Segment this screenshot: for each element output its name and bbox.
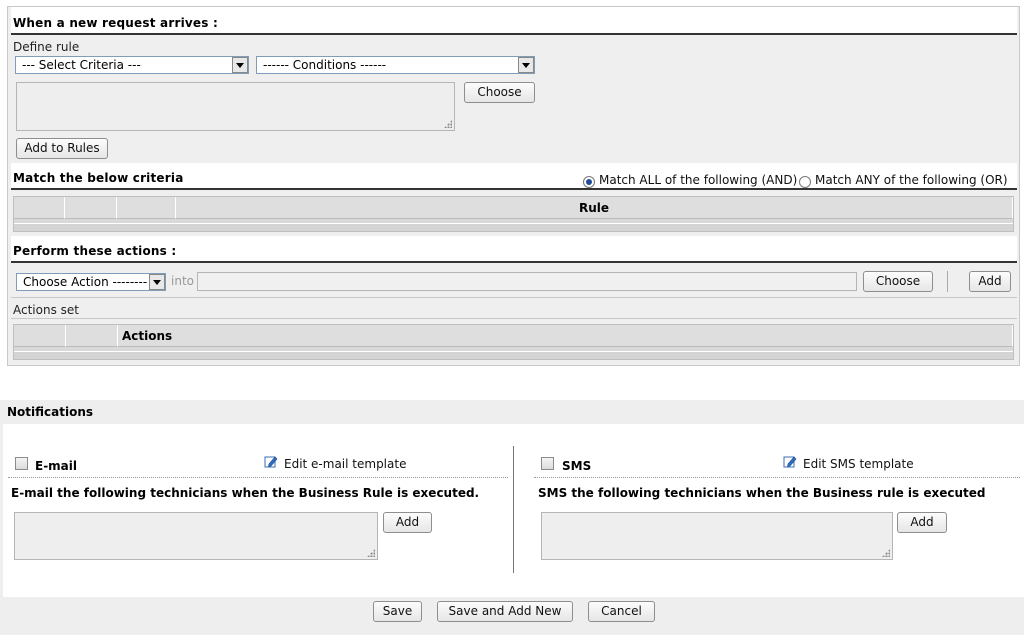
new-request-section-header: When a new request arrives :: [11, 7, 1017, 35]
actions-table: Actions: [13, 324, 1014, 360]
define-rule-label: Define rule: [13, 40, 80, 54]
notifications-heading: Notifications: [7, 405, 94, 419]
edit-email-template-link[interactable]: Edit e-mail template: [284, 457, 406, 471]
add-to-rules-button[interactable]: Add to Rules: [16, 138, 108, 159]
edit-sms-template-link[interactable]: Edit SMS template: [803, 457, 914, 471]
sms-checkbox[interactable]: [541, 457, 554, 470]
rules-table-footer: [14, 223, 1013, 231]
notifications-header-bar: Notifications: [0, 400, 1024, 424]
sms-description: SMS the following technicians when the B…: [538, 486, 986, 500]
actions-set-divider: [11, 318, 1017, 319]
criteria-select[interactable]: --- Select Criteria ---: [15, 56, 249, 74]
conditions-select[interactable]: ------ Conditions ------: [256, 56, 535, 74]
chevron-down-icon[interactable]: [232, 57, 248, 73]
actions-col-1: [14, 325, 66, 347]
toolbar-divider: [947, 271, 948, 292]
edit-pencil-icon[interactable]: [783, 455, 797, 469]
email-description: E-mail the following technicians when th…: [11, 486, 480, 500]
sms-technicians-textarea[interactable]: [541, 512, 893, 560]
actions-divider: [11, 297, 1017, 298]
footer-bar: Save Save and Add New Cancel: [0, 597, 1024, 635]
email-add-button[interactable]: Add: [383, 512, 432, 533]
match-any-radio[interactable]: [799, 176, 811, 188]
actions-table-footer: [14, 351, 1013, 359]
actions-col-2: [66, 325, 118, 347]
save-button[interactable]: Save: [373, 601, 422, 622]
edit-pencil-icon[interactable]: [264, 455, 278, 469]
save-and-add-new-button[interactable]: Save and Add New: [437, 601, 573, 622]
action-value-input[interactable]: [197, 272, 857, 291]
resize-grip-icon[interactable]: [882, 549, 890, 557]
rules-col-rule: Rule: [176, 197, 1013, 219]
sms-divider: [534, 477, 1020, 478]
business-rule-panel: When a new request arrives : Define rule…: [7, 6, 1020, 366]
email-technicians-textarea[interactable]: [14, 512, 378, 560]
chevron-down-icon[interactable]: [518, 57, 534, 73]
actions-set-label: Actions set: [13, 303, 79, 317]
actions-section-header: Perform these actions :: [11, 236, 1017, 263]
add-action-button[interactable]: Add: [969, 271, 1011, 292]
sms-label: SMS: [562, 459, 592, 473]
rules-col-1: [14, 197, 65, 219]
actions-heading: Perform these actions :: [13, 244, 177, 258]
email-checkbox[interactable]: [15, 457, 28, 470]
rules-table: Rule: [13, 196, 1014, 232]
chevron-down-icon[interactable]: [149, 274, 165, 290]
resize-grip-icon[interactable]: [367, 549, 375, 557]
new-request-heading: When a new request arrives :: [13, 16, 218, 30]
match-any-label: Match ANY of the following (OR): [815, 173, 1008, 187]
email-label: E-mail: [35, 459, 78, 473]
actions-table-header: Actions: [14, 325, 1013, 347]
match-all-radio[interactable]: [583, 176, 595, 188]
resize-grip-icon[interactable]: [444, 120, 452, 128]
notifications-column-divider: [513, 446, 514, 573]
cancel-button[interactable]: Cancel: [588, 601, 655, 622]
choose-criteria-button[interactable]: Choose: [464, 82, 535, 103]
match-criteria-heading: Match the below criteria: [13, 171, 184, 185]
into-label: into: [171, 274, 194, 288]
choose-action-select[interactable]: Choose Action --------: [16, 273, 166, 291]
criteria-select-value: --- Select Criteria ---: [22, 58, 141, 72]
match-all-label: Match ALL of the following (AND): [599, 173, 798, 187]
rules-col-2: [65, 197, 117, 219]
actions-col-actions: Actions: [118, 325, 1013, 347]
choose-action-button[interactable]: Choose: [863, 271, 933, 292]
rules-col-3: [117, 197, 176, 219]
left-gutter: [0, 424, 3, 597]
rules-table-header: Rule: [14, 197, 1013, 219]
sms-add-button[interactable]: Add: [897, 512, 947, 533]
conditions-select-value: ------ Conditions ------: [263, 58, 387, 72]
criteria-values-textarea[interactable]: [16, 82, 455, 131]
choose-action-value: Choose Action --------: [23, 275, 148, 289]
email-divider: [8, 477, 508, 478]
